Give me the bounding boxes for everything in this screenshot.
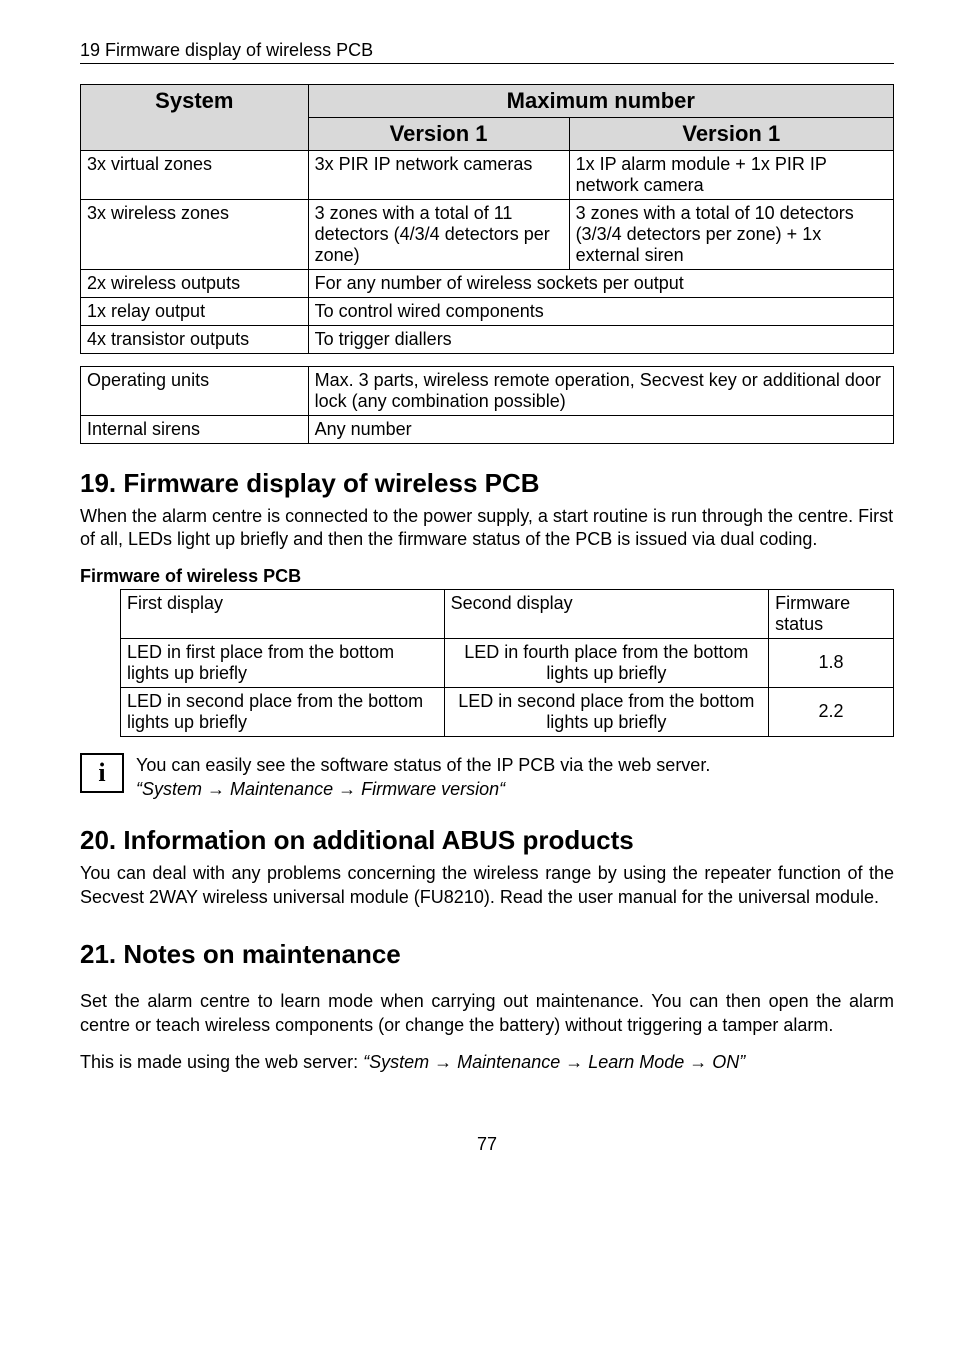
th-second-display: Second display xyxy=(444,589,769,638)
info-line2-pre: “System xyxy=(136,779,207,799)
section-21-body2: This is made using the web server: “Syst… xyxy=(80,1051,894,1074)
cell: Operating units xyxy=(81,367,309,416)
cell: LED in second place from the bottom ligh… xyxy=(444,687,769,736)
table-row: Operating units Max. 3 parts, wireless r… xyxy=(81,367,894,416)
cell: 2.2 xyxy=(769,687,894,736)
section-21-title: 21. Notes on maintenance xyxy=(80,939,894,970)
info-line2-m1: Maintenance xyxy=(225,779,338,799)
page-number: 77 xyxy=(80,1134,894,1155)
table-row: LED in second place from the bottom ligh… xyxy=(121,687,894,736)
body2-pre: This is made using the web server: xyxy=(80,1052,363,1072)
cell: 3x PIR IP network cameras xyxy=(308,151,569,200)
info-line2-m2: Firmware version“ xyxy=(356,779,505,799)
system-table: System Maximum number Version 1 Version … xyxy=(80,84,894,354)
cell: Any number xyxy=(308,416,893,444)
table-row: Internal sirens Any number xyxy=(81,416,894,444)
table-row: 3x virtual zones 3x PIR IP network camer… xyxy=(81,151,894,200)
th-max: Maximum number xyxy=(308,85,893,118)
arrow-icon: → xyxy=(689,1052,707,1072)
th-fw-status: Firmware status xyxy=(769,589,894,638)
arrow-icon: → xyxy=(434,1052,452,1072)
arrow-icon: → xyxy=(338,779,356,799)
cell: 3 zones with a total of 11 detectors (4/… xyxy=(308,200,569,270)
cell: 1.8 xyxy=(769,638,894,687)
cell: 4x transistor outputs xyxy=(81,326,309,354)
table-row: 2x wireless outputs For any number of wi… xyxy=(81,270,894,298)
info-icon: i xyxy=(80,753,124,793)
cell: For any number of wireless sockets per o… xyxy=(308,270,893,298)
cell: LED in fourth place from the bottom ligh… xyxy=(444,638,769,687)
arrow-icon: → xyxy=(565,1052,583,1072)
table-row: 4x transistor outputs To trigger dialler… xyxy=(81,326,894,354)
cell: To control wired components xyxy=(308,298,893,326)
cell: 1x IP alarm module + 1x PIR IP network c… xyxy=(569,151,893,200)
body2-sys: “System xyxy=(363,1052,434,1072)
cell: LED in second place from the bottom ligh… xyxy=(121,687,445,736)
cell: 2x wireless outputs xyxy=(81,270,309,298)
section-21-body1: Set the alarm centre to learn mode when … xyxy=(80,990,894,1037)
running-header: 19 Firmware display of wireless PCB xyxy=(80,40,894,64)
firmware-subhead: Firmware of wireless PCB xyxy=(80,566,894,587)
cell: 3x virtual zones xyxy=(81,151,309,200)
body2-end: ON” xyxy=(707,1052,745,1072)
cell: To trigger diallers xyxy=(308,326,893,354)
body2-m1: Maintenance xyxy=(452,1052,565,1072)
info-line1: You can easily see the software status o… xyxy=(136,755,710,775)
firmware-table: First display Second display Firmware st… xyxy=(120,589,894,737)
cell: 1x relay output xyxy=(81,298,309,326)
section-20-body: You can deal with any problems concernin… xyxy=(80,862,894,909)
table-row: 1x relay output To control wired compone… xyxy=(81,298,894,326)
cell: LED in first place from the bottom light… xyxy=(121,638,445,687)
th-version-b: Version 1 xyxy=(569,118,893,151)
cell: 3x wireless zones xyxy=(81,200,309,270)
info-text: You can easily see the software status o… xyxy=(136,753,710,802)
section-20-title: 20. Information on additional ABUS produ… xyxy=(80,825,894,856)
section-19-title: 19. Firmware display of wireless PCB xyxy=(80,468,894,499)
arrow-icon: → xyxy=(207,779,225,799)
th-system: System xyxy=(81,85,309,151)
table-row: LED in first place from the bottom light… xyxy=(121,638,894,687)
table-row: First display Second display Firmware st… xyxy=(121,589,894,638)
cell: Max. 3 parts, wireless remote operation,… xyxy=(308,367,893,416)
section-19-body: When the alarm centre is connected to th… xyxy=(80,505,894,552)
th-first-display: First display xyxy=(121,589,445,638)
info-note: i You can easily see the software status… xyxy=(80,753,894,802)
cell: Internal sirens xyxy=(81,416,309,444)
units-table: Operating units Max. 3 parts, wireless r… xyxy=(80,366,894,444)
table-row: 3x wireless zones 3 zones with a total o… xyxy=(81,200,894,270)
body2-m2: Learn Mode xyxy=(583,1052,689,1072)
cell: 3 zones with a total of 10 detectors (3/… xyxy=(569,200,893,270)
th-version-a: Version 1 xyxy=(308,118,569,151)
